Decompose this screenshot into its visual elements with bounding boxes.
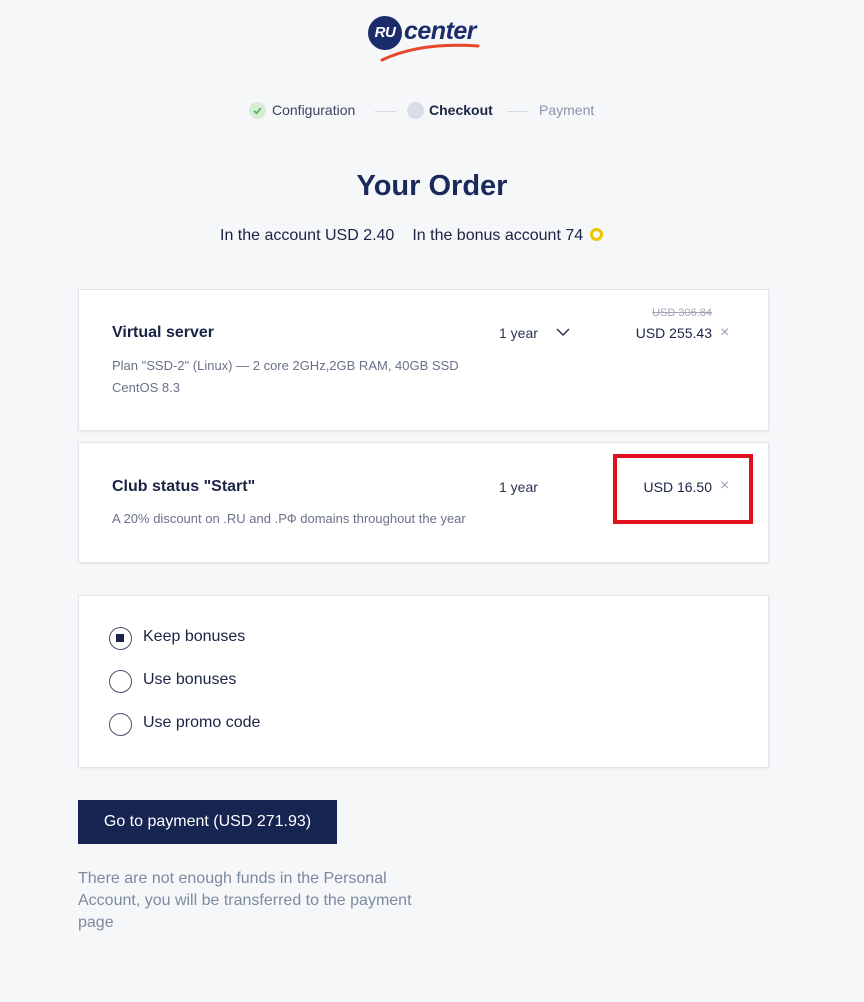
- order-item-virtual-server: Virtual server Plan "SSD-2" (Linux) — 2 …: [78, 289, 769, 431]
- insufficient-funds-note: There are not enough funds in the Person…: [78, 870, 412, 931]
- step-checkout: Checkout: [429, 102, 493, 118]
- step-active-icon: [407, 102, 424, 119]
- step-divider: [375, 111, 396, 112]
- item-period: 1 year: [499, 479, 538, 495]
- check-icon: [249, 102, 266, 119]
- chevron-down-icon[interactable]: [556, 327, 570, 337]
- item-name: Virtual server: [112, 324, 214, 341]
- item-name: Club status "Start": [112, 478, 256, 495]
- account-balance: In the account USD 2.40 In the bonus acco…: [220, 226, 603, 246]
- checkout-steps: Configuration Checkout Payment: [0, 100, 864, 122]
- checkout-page: RU center Configuration Checkout Payment…: [0, 0, 864, 1002]
- radio[interactable]: [109, 713, 132, 736]
- step-payment: Payment: [539, 102, 595, 118]
- step-configuration[interactable]: Configuration: [272, 102, 355, 119]
- option-label: Use bonuses: [143, 671, 237, 688]
- option-label: Use promo code: [143, 714, 261, 731]
- radio[interactable]: [109, 670, 132, 693]
- bonus-balance-text: In the bonus account 74: [412, 227, 584, 244]
- option-label: Keep bonuses: [143, 628, 246, 645]
- price-highlight-box: [613, 454, 753, 524]
- go-to-payment-button[interactable]: Go to payment (USD 271.93): [78, 800, 337, 844]
- item-description: A 20% discount on .RU and .РФ domains th…: [112, 511, 466, 526]
- item-price: USD 255.43: [635, 325, 712, 341]
- logo-swoosh-icon: [380, 43, 480, 62]
- remove-item-icon[interactable]: ×: [720, 325, 729, 341]
- item-description-os: CentOS 8.3: [112, 380, 180, 395]
- ru-center-logo[interactable]: RU center: [368, 14, 480, 64]
- page-title: Your Order: [356, 170, 508, 202]
- period-select[interactable]: 1 year: [499, 325, 538, 341]
- radio-checked[interactable]: [109, 627, 132, 650]
- bonus-coin-icon: [589, 228, 603, 241]
- account-balance-text: In the account USD 2.40: [220, 227, 395, 244]
- step-divider: [507, 111, 528, 112]
- old-price: USD 306.84: [652, 307, 712, 319]
- item-description: Plan "SSD-2" (Linux) — 2 core 2GHz,2GB R…: [112, 358, 459, 373]
